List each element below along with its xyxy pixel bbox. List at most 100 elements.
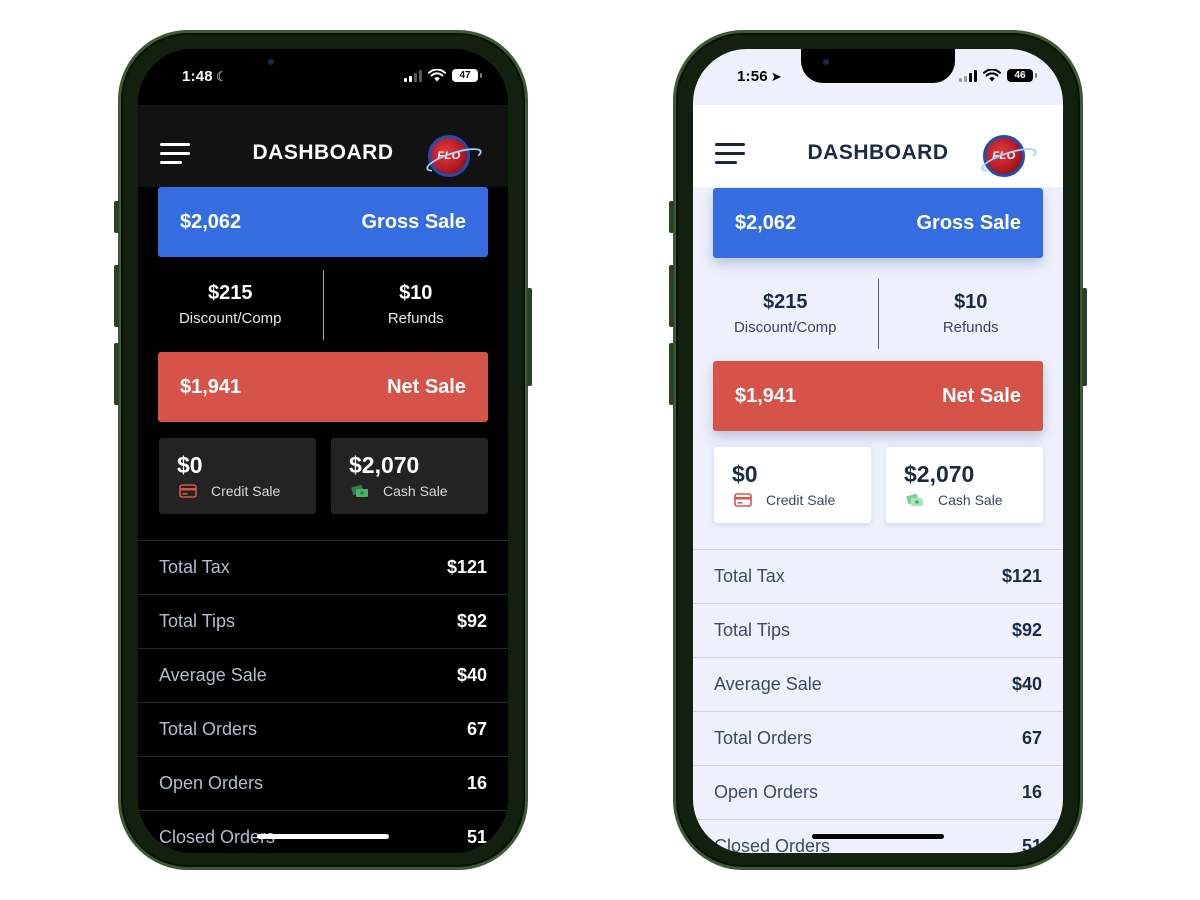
discount-value: $215 [763, 291, 808, 313]
discount-label: Discount/Comp [178, 310, 282, 327]
stat-row-total-tips[interactable]: Total Tips $92 [693, 603, 1063, 657]
stats-list: Total Tax $121 Total Tips $92 Average Sa… [138, 540, 508, 853]
stat-row-total-tax[interactable]: Total Tax $121 [138, 540, 508, 594]
stat-row-closed-orders[interactable]: Closed Orders 51 [138, 810, 508, 853]
credit-sale-label: Credit Sale [766, 492, 836, 508]
cash-sale-value: $2,070 [349, 452, 420, 478]
volume-up-button [114, 265, 119, 327]
net-sale-amount: $1,941 [735, 384, 797, 407]
stat-value: $92 [1011, 620, 1042, 640]
credit-sale-value: $0 [177, 452, 203, 478]
gross-sale-label: Gross Sale [361, 210, 466, 233]
cash-icon [906, 493, 923, 506]
stat-row-total-orders[interactable]: Total Orders 67 [138, 702, 508, 756]
refunds-summary[interactable]: $10 Refunds [879, 279, 1064, 349]
phone-light-mode: 1:56 ➤ 46 DASHBOARD FLO $2,062 Gross Sal… [669, 30, 1087, 870]
discount-value: $215 [208, 282, 253, 304]
cash-sale-value: $2,070 [904, 461, 975, 487]
cash-sale-card[interactable]: $2,070 Cash Sale [331, 438, 488, 514]
stat-value: 67 [1021, 728, 1042, 748]
stat-row-average-sale[interactable]: Average Sale $40 [138, 648, 508, 702]
stat-label: Total Tax [714, 566, 785, 586]
net-sale-label: Net Sale [942, 384, 1021, 407]
refunds-value: $10 [399, 282, 433, 304]
camera-dot [268, 59, 274, 65]
app-header: DASHBOARD FLO [693, 105, 1063, 187]
net-sale-label: Net Sale [387, 375, 466, 398]
side-button [527, 288, 532, 386]
screen: 1:56 ➤ 46 DASHBOARD FLO $2,062 Gross Sal… [693, 49, 1063, 853]
status-icons: 47 [404, 69, 482, 82]
gross-sale-amount: $2,062 [180, 210, 242, 233]
silent-switch [114, 201, 119, 233]
stat-row-total-orders[interactable]: Total Orders 67 [693, 711, 1063, 765]
camera-dot [823, 59, 829, 65]
stat-value: 16 [1021, 782, 1042, 802]
stat-value: $92 [456, 611, 487, 631]
screen: 1:48 ☾ 47 DASHBOARD FLO $2,062 Gross Sal… [138, 49, 508, 853]
volume-down-button [669, 343, 674, 405]
stat-value: $121 [1001, 566, 1042, 586]
net-sale-card[interactable]: $1,941 Net Sale [713, 361, 1043, 431]
stat-label: Average Sale [159, 665, 267, 685]
stat-row-total-tax[interactable]: Total Tax $121 [693, 549, 1063, 603]
volume-up-button [669, 265, 674, 327]
credit-sale-card[interactable]: $0 Credit Sale [159, 438, 316, 514]
stat-label: Open Orders [714, 782, 819, 802]
logo-text: FLO [992, 150, 1016, 162]
stat-value: 51 [466, 827, 487, 847]
stat-label: Total Orders [159, 719, 258, 739]
net-sale-card[interactable]: $1,941 Net Sale [158, 352, 488, 422]
phone-dark-mode: 1:48 ☾ 47 DASHBOARD FLO $2,062 Gross Sal… [114, 30, 532, 870]
notch [246, 49, 400, 83]
moon-icon: ☾ [215, 69, 228, 84]
status-time: 1:56 ➤ [737, 68, 782, 85]
credit-card-icon [179, 484, 197, 498]
cash-sale-label: Cash Sale [383, 483, 448, 499]
gross-sale-card[interactable]: $2,062 Gross Sale [713, 188, 1043, 258]
cash-sale-card[interactable]: $2,070 Cash Sale [886, 447, 1043, 523]
credit-sale-card[interactable]: $0 Credit Sale [714, 447, 871, 523]
flo-logo[interactable]: FLO [983, 135, 1025, 177]
gross-sale-label: Gross Sale [916, 211, 1021, 234]
cellular-signal-icon [959, 69, 977, 82]
silent-switch [669, 201, 674, 233]
refunds-label: Refunds [942, 319, 999, 336]
net-sale-amount: $1,941 [180, 375, 242, 398]
refunds-summary[interactable]: $10 Refunds [324, 270, 509, 340]
cellular-signal-icon [404, 69, 422, 82]
notch [801, 49, 955, 83]
status-time-text: 1:56 [737, 68, 768, 85]
stat-row-total-tips[interactable]: Total Tips $92 [138, 594, 508, 648]
cash-sale-label: Cash Sale [938, 492, 1003, 508]
stat-row-open-orders[interactable]: Open Orders 16 [138, 756, 508, 810]
volume-down-button [114, 343, 119, 405]
app-header: DASHBOARD FLO [138, 105, 508, 187]
stat-value: $121 [446, 557, 487, 577]
battery-level: 46 [1014, 70, 1026, 81]
stat-value: $40 [456, 665, 487, 685]
status-time-text: 1:48 [182, 68, 213, 85]
stat-value: 67 [466, 719, 487, 739]
battery-icon: 46 [1007, 69, 1037, 82]
gross-sale-card[interactable]: $2,062 Gross Sale [158, 187, 488, 257]
home-indicator[interactable] [812, 834, 944, 839]
discount-comp-summary[interactable]: $215 Discount/Comp [693, 279, 878, 349]
stat-row-open-orders[interactable]: Open Orders 16 [693, 765, 1063, 819]
stat-value: 51 [1021, 836, 1042, 853]
battery-icon: 47 [452, 69, 482, 82]
battery-level: 47 [459, 70, 471, 81]
discount-comp-summary[interactable]: $215 Discount/Comp [138, 270, 323, 340]
flo-logo[interactable]: FLO [428, 135, 470, 177]
stat-label: Total Tips [159, 611, 236, 631]
status-time: 1:48 ☾ [182, 68, 228, 85]
stat-label: Total Tax [159, 557, 230, 577]
wifi-icon [428, 69, 446, 82]
refunds-label: Refunds [387, 310, 444, 327]
home-indicator[interactable] [257, 834, 389, 839]
stat-row-average-sale[interactable]: Average Sale $40 [693, 657, 1063, 711]
side-button [1082, 288, 1087, 386]
discount-refunds-row: $215 Discount/Comp $10 Refunds [138, 270, 508, 340]
stat-label: Average Sale [714, 674, 822, 694]
credit-sale-label: Credit Sale [211, 483, 281, 499]
